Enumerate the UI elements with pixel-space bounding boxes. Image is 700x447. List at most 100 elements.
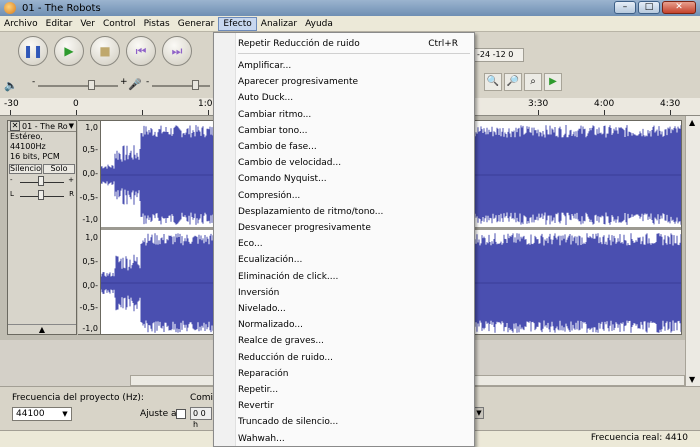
track-collapse-icon[interactable]: ▲ (8, 324, 76, 334)
speaker-icon: 🔈 (4, 79, 18, 92)
skip-start-icon: ⏮ (135, 43, 147, 58)
output-minus-label: - (32, 77, 36, 87)
zoom-in-icon[interactable]: 🔍 (484, 73, 502, 91)
project-rate-select[interactable]: 44100 ▼ (12, 407, 72, 421)
microphone-icon: 🎤 (128, 78, 142, 91)
effect-menu-item[interactable]: Repetir Reducción de ruido Ctrl+R (238, 37, 470, 51)
track-control-panel[interactable]: ✕ 01 - The Ro ▼ Estéreo, 44100Hz 16 bits… (7, 120, 77, 335)
track-gain-slider[interactable]: - + (10, 176, 74, 188)
track-name[interactable]: 01 - The Ro (22, 122, 68, 131)
menu-pistas[interactable]: Pistas (140, 17, 174, 31)
menu-efecto[interactable]: Efecto (218, 16, 257, 31)
effect-menu-item[interactable]: Cambio de fase... (238, 140, 470, 154)
transport-controls: ❚❚ ▶ ■ ⏮ ⏭ (18, 36, 192, 66)
effect-menu-item[interactable]: Ecualización... (238, 253, 470, 267)
menu-bar: Archivo Editar Ver Control Pistas Genera… (0, 16, 700, 32)
effect-menu-item[interactable]: Cambio de velocidad... (238, 156, 470, 170)
window-controls: – □ ✕ (614, 1, 696, 14)
mute-button[interactable]: Silencio (9, 164, 43, 174)
effect-menu-item[interactable]: Wahwah... (238, 432, 470, 446)
menu-separator (238, 53, 470, 54)
skip-end-icon: ⏭ (171, 43, 183, 58)
effect-menu-item[interactable]: Truncado de silencio... (238, 415, 470, 429)
input-volume-knob[interactable] (192, 80, 199, 90)
audacity-app-icon (4, 2, 16, 14)
pause-button[interactable]: ❚❚ (18, 36, 48, 66)
close-button[interactable]: ✕ (662, 1, 696, 14)
play-button[interactable]: ▶ (54, 36, 84, 66)
snap-checkbox[interactable] (176, 409, 186, 419)
ruler-label: 1:0 (198, 99, 213, 109)
effect-menu-item[interactable]: Cambiar ritmo... (238, 108, 470, 122)
menu-editar[interactable]: Editar (42, 17, 77, 31)
menu-archivo[interactable]: Archivo (0, 17, 42, 31)
effect-menu-item[interactable]: Nivelado... (238, 302, 470, 316)
effect-menu-item[interactable]: Amplificar... (238, 59, 470, 73)
window-title: 01 - The Robots (22, 2, 101, 14)
level-meter[interactable]: -24 -12 0 (474, 48, 524, 62)
selection-start-label: Comi (190, 393, 214, 403)
play-at-speed-icon[interactable]: ▶ (544, 73, 562, 91)
zoom-fit-icon[interactable]: ⌕ (524, 73, 542, 91)
ruler-label: 3:30 (528, 99, 549, 109)
track-menu-arrow-icon[interactable]: ▼ (69, 122, 74, 130)
output-volume-slider[interactable] (38, 80, 118, 90)
effect-menu: Repetir Reducción de ruido Ctrl+R Amplific… (213, 32, 475, 447)
effect-menu-item[interactable]: Eliminación de click.... (238, 270, 470, 284)
track-bitdepth: 16 bits, PCM (10, 152, 60, 161)
menu-ayuda[interactable]: Ayuda (301, 17, 337, 31)
amplitude-scale: 1,0 0,5- 0,0- -0,5- -1,0 1,0 0,5- 0,0- -… (78, 120, 100, 335)
effect-menu-item[interactable]: Auto Duck... (238, 91, 470, 105)
effect-menu-item[interactable]: Compresión... (238, 189, 470, 203)
effect-menu-item[interactable]: Aparecer progresivamente (238, 75, 470, 89)
snap-label: Ajuste a (140, 409, 177, 419)
project-rate-label: Frecuencia del proyecto (Hz): (12, 393, 144, 403)
effect-menu-item[interactable]: Inversión (238, 286, 470, 300)
play-icon: ▶ (64, 44, 74, 58)
scroll-up-icon[interactable]: ▲ (689, 118, 695, 127)
gain-knob[interactable] (38, 176, 44, 186)
chevron-down-icon[interactable]: ▼ (60, 409, 70, 419)
selection-start-time[interactable]: 0 0 h (190, 407, 212, 429)
effect-menu-item[interactable]: Revertir (238, 399, 470, 413)
input-volume-slider[interactable] (152, 80, 210, 90)
effect-menu-item[interactable]: Comando Nyquist... (238, 172, 470, 186)
effect-menu-item[interactable]: Normalizado... (238, 318, 470, 332)
solo-button[interactable]: Solo (43, 164, 75, 174)
stop-icon: ■ (99, 44, 111, 58)
effect-menu-item[interactable]: Realce de graves... (238, 334, 470, 348)
ruler-label: 4:00 (594, 99, 615, 109)
ruler-label: -30 (4, 99, 19, 109)
effect-menu-item[interactable]: Desvanecer progresivamente (238, 221, 470, 235)
track-format: Estéreo, 44100Hz (10, 132, 46, 151)
skip-start-button[interactable]: ⏮ (126, 36, 156, 66)
pan-knob[interactable] (38, 190, 44, 200)
effect-menu-item[interactable]: Reducción de ruido... (238, 351, 470, 365)
effect-menu-item[interactable]: Desplazamiento de ritmo/tono... (238, 205, 470, 219)
output-volume-knob[interactable] (88, 80, 95, 90)
effect-menu-item[interactable]: Reparación (238, 367, 470, 381)
maximize-button[interactable]: □ (638, 1, 660, 14)
minimize-button[interactable]: – (614, 1, 636, 14)
zoom-out-icon[interactable]: 🔎 (504, 73, 522, 91)
shortcut-label: Ctrl+R (428, 39, 458, 49)
ruler-label: 4:30 (660, 99, 681, 109)
menu-control[interactable]: Control (99, 17, 140, 31)
ruler-label: 0 (73, 99, 79, 109)
edit-tools: 🔍 🔎 ⌕ ▶ (484, 73, 562, 91)
vertical-scrollbar[interactable]: ▲ ▼ (685, 116, 700, 386)
effect-menu-item[interactable]: Repetir... (238, 383, 470, 397)
format-dropdown-icon[interactable]: ▼ (474, 407, 484, 419)
scroll-down-icon[interactable]: ▼ (689, 375, 695, 384)
output-plus-label: + (120, 77, 128, 87)
menu-ver[interactable]: Ver (76, 17, 99, 31)
effect-menu-item[interactable]: Eco... (238, 237, 470, 251)
title-bar: 01 - The Robots – □ ✕ (0, 0, 700, 16)
stop-button[interactable]: ■ (90, 36, 120, 66)
menu-analizar[interactable]: Analizar (257, 17, 301, 31)
track-pan-slider[interactable]: L R (10, 190, 74, 202)
effect-menu-item[interactable]: Cambiar tono... (238, 124, 470, 138)
track-close-icon[interactable]: ✕ (10, 121, 20, 131)
menu-generar[interactable]: Generar (174, 17, 219, 31)
skip-end-button[interactable]: ⏭ (162, 36, 192, 66)
